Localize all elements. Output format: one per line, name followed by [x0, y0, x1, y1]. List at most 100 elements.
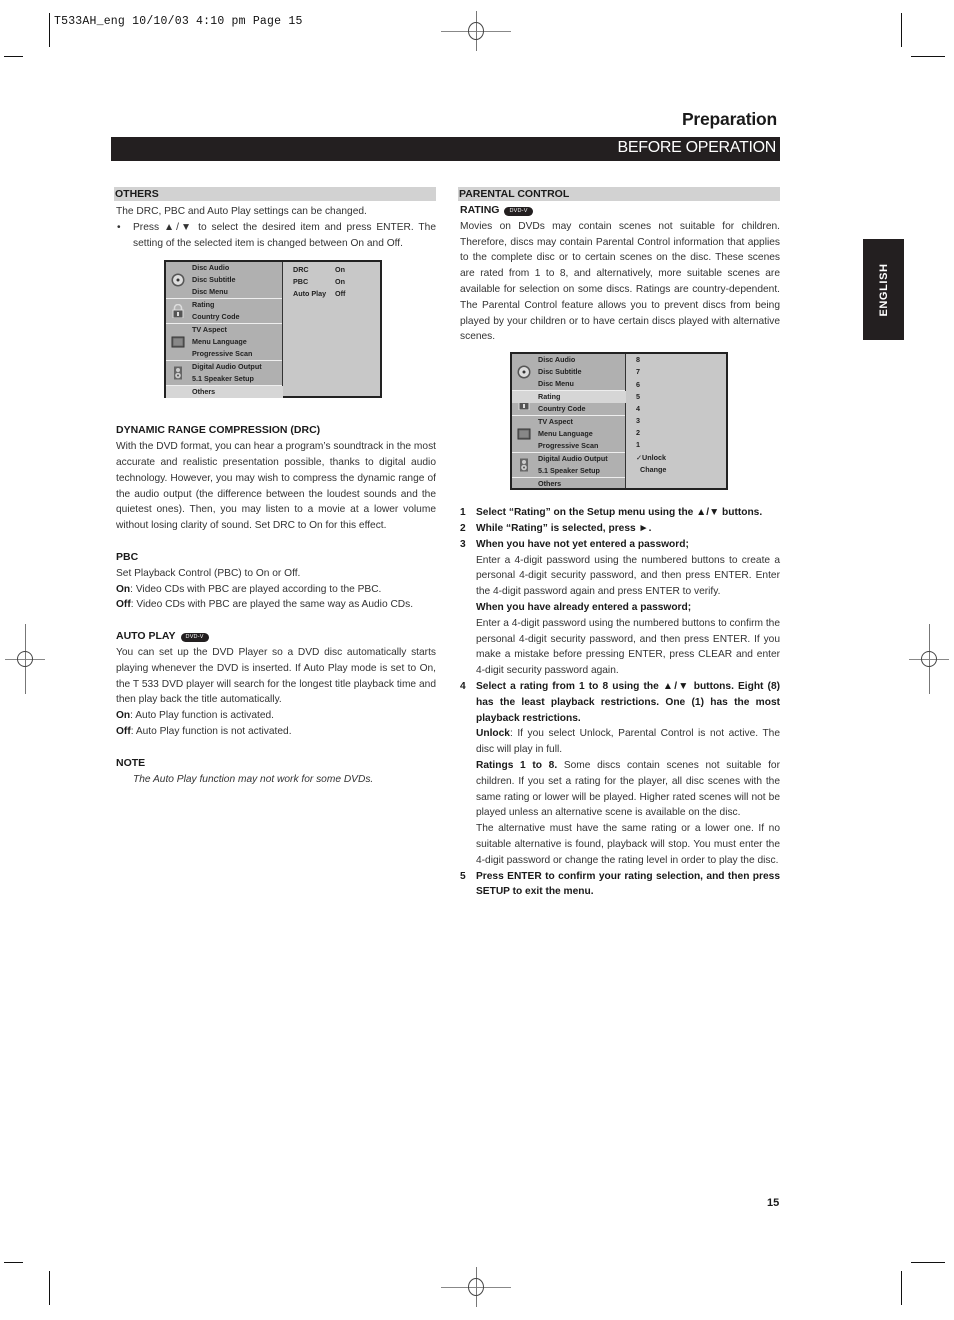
crop-mark — [49, 1271, 50, 1305]
others-intro: The DRC, PBC and Auto Play settings can … — [116, 206, 367, 217]
osd-others-menu: Disc Audio Disc Subtitle Disc Menu Ratin… — [164, 260, 382, 399]
step-1: 1 Select “Rating” on the Setup menu using… — [460, 505, 780, 521]
crop-mark — [911, 1262, 945, 1263]
step-para: Unlock: If you select Unlock, Parental C… — [476, 726, 780, 758]
step-number: 3 — [460, 538, 466, 550]
pbc-off-text: : Video CDs with PBC are played the same… — [130, 599, 414, 611]
registration-mark-left — [5, 624, 45, 694]
menu-group-audio: Digital Audio Output 5.1 Speaker Setup — [166, 361, 282, 387]
autoplay-off-label: Off — [116, 725, 131, 737]
printer-slug: T533AH_eng 10/10/03 4:10 pm Page 15 — [54, 15, 303, 28]
crop-mark — [4, 56, 23, 57]
pbc-on-text: : Video CDs with PBC are played accordin… — [130, 583, 382, 595]
step-lead: Select “Rating” on the Setup menu using … — [476, 507, 763, 519]
page-number: 15 — [767, 1197, 780, 1209]
step-subheading: When you have already entered a password… — [476, 601, 692, 613]
autoplay-heading-text: AUTO PLAY — [116, 630, 176, 643]
menu-item[interactable]: Disc Menu — [512, 378, 625, 390]
rating-heading-text: RATING — [460, 204, 500, 216]
step-lead: When you have not yet entered a password… — [476, 538, 689, 550]
dvd-v-badge: DVD-V — [504, 207, 533, 216]
option-auto-play[interactable]: Auto Play Off — [293, 288, 345, 300]
step-number: 1 — [460, 507, 466, 519]
note-heading: NOTE — [116, 756, 146, 769]
menu-item[interactable]: Disc Menu — [166, 286, 282, 298]
menu-item[interactable]: Progressive Scan — [166, 348, 282, 360]
registration-mark-right — [909, 624, 949, 694]
rating-option-unlock[interactable]: ✓Unlock — [636, 452, 666, 464]
menu-item-selected[interactable]: Rating — [512, 391, 626, 404]
step-4: 4 Select a rating from 1 to 8 using the ▲… — [460, 679, 780, 869]
parental-body: Movies on DVDs may contain scenes not su… — [460, 220, 780, 343]
registration-mark-top — [441, 11, 511, 51]
crop-mark — [49, 13, 50, 47]
rating-option[interactable]: 6 — [636, 379, 666, 391]
crop-mark — [901, 1271, 902, 1305]
rating-option-change[interactable]: Change — [636, 464, 666, 476]
autoplay-on: On: Auto Play function is activated. — [116, 708, 436, 724]
menu-group-tv: TV Aspect Menu Language Progressive Scan — [166, 324, 282, 362]
pbc-on-label: On — [116, 583, 131, 595]
step-lead: While “Rating” is selected, press ►. — [476, 522, 652, 534]
autoplay-on-text: : Auto Play function is activated. — [130, 710, 274, 722]
registration-mark-bottom — [441, 1267, 511, 1307]
step-para: The alternative must have the same ratin… — [476, 823, 780, 866]
rating-option[interactable]: 2 — [636, 427, 666, 439]
pbc-off: Off: Video CDs with PBC are played the s… — [116, 597, 436, 613]
autoplay-on-label: On — [116, 710, 131, 722]
disc-icon — [517, 365, 531, 379]
step-number: 4 — [460, 680, 466, 692]
pbc-heading: PBC — [116, 550, 139, 563]
rating-option[interactable]: 8 — [636, 354, 666, 366]
step-para: Enter a 4-digit password using the numbe… — [476, 617, 780, 677]
option-pbc[interactable]: PBC On — [293, 276, 345, 288]
rating-option[interactable]: 4 — [636, 403, 666, 415]
menu-group-lock: Rating Country Code — [512, 391, 626, 417]
option-value: On — [335, 277, 345, 287]
menu-group-lock: Rating Country Code — [166, 299, 282, 325]
osd-setup-menu: Disc Audio Disc Subtitle Disc Menu Ratin… — [512, 354, 626, 490]
step-2: 2 While “Rating” is selected, press ►. — [460, 521, 780, 537]
drc-heading: DYNAMIC RANGE COMPRESSION (DRC) — [116, 424, 321, 437]
step-number: 2 — [460, 522, 466, 534]
step-para: Enter a 4-digit password using the numbe… — [476, 554, 780, 598]
rating-steps: 1 Select “Rating” on the Setup menu using… — [460, 505, 780, 900]
lock-icon — [172, 304, 184, 319]
rating-option[interactable]: 5 — [636, 391, 666, 403]
rating-option[interactable]: 7 — [636, 366, 666, 378]
menu-item[interactable]: Progressive Scan — [512, 440, 625, 452]
menu-group-others: Others — [512, 478, 625, 490]
autoplay-body: You can set up the DVD Player so a DVD d… — [116, 646, 436, 706]
disc-icon — [171, 273, 185, 287]
menu-item[interactable]: Others — [512, 478, 625, 490]
step-lead: Select a rating from 1 to 8 using the ▲/… — [476, 680, 780, 724]
speaker-icon — [520, 458, 528, 472]
osd-setup-menu: Disc Audio Disc Subtitle Disc Menu Ratin… — [166, 262, 283, 399]
drc-body: With the DVD format, you can hear a prog… — [116, 441, 436, 532]
step-para: Ratings 1 to 8. Some discs contain scene… — [476, 758, 780, 821]
step-number: 5 — [460, 870, 466, 882]
menu-item-selected[interactable]: Others — [166, 386, 283, 399]
rating-option[interactable]: 3 — [636, 415, 666, 427]
osd-options: DRC On PBC On Auto Play Off — [293, 264, 345, 300]
osd-rating-menu: Disc Audio Disc Subtitle Disc Menu Ratin… — [510, 352, 728, 491]
unlock-text: : If you select Unlock, Parental Control… — [476, 728, 780, 756]
rating-options: 8 7 6 5 4 3 2 1 ✓Unlock Change — [636, 354, 666, 476]
others-bullet: Press ▲/▼ to select the desired item and… — [116, 220, 436, 252]
step-5: 5 Press ENTER to confirm your rating sele… — [460, 869, 780, 901]
left-column: OTHERS The DRC, PBC and Auto Play settin… — [114, 187, 436, 787]
section-title: Preparation — [681, 109, 777, 129]
option-value: On — [335, 265, 345, 275]
unlock-label: Unlock — [476, 728, 510, 740]
rating-option[interactable]: 1 — [636, 439, 666, 451]
autoplay-heading: AUTO PLAY DVD-V — [116, 629, 436, 645]
menu-group-others: Others — [166, 386, 283, 399]
menu-group-tv: TV Aspect Menu Language Progressive Scan — [512, 416, 625, 454]
speaker-icon — [174, 366, 182, 380]
menu-group-audio: Digital Audio Output 5.1 Speaker Setup — [512, 453, 625, 479]
note-text: The Auto Play function may not work for … — [133, 773, 374, 785]
rating-heading: RATING DVD-V — [460, 203, 780, 219]
chapter-header-bar: BEFORE OPERATION — [111, 137, 780, 161]
crop-mark — [4, 1262, 23, 1263]
option-drc[interactable]: DRC On — [293, 264, 345, 276]
